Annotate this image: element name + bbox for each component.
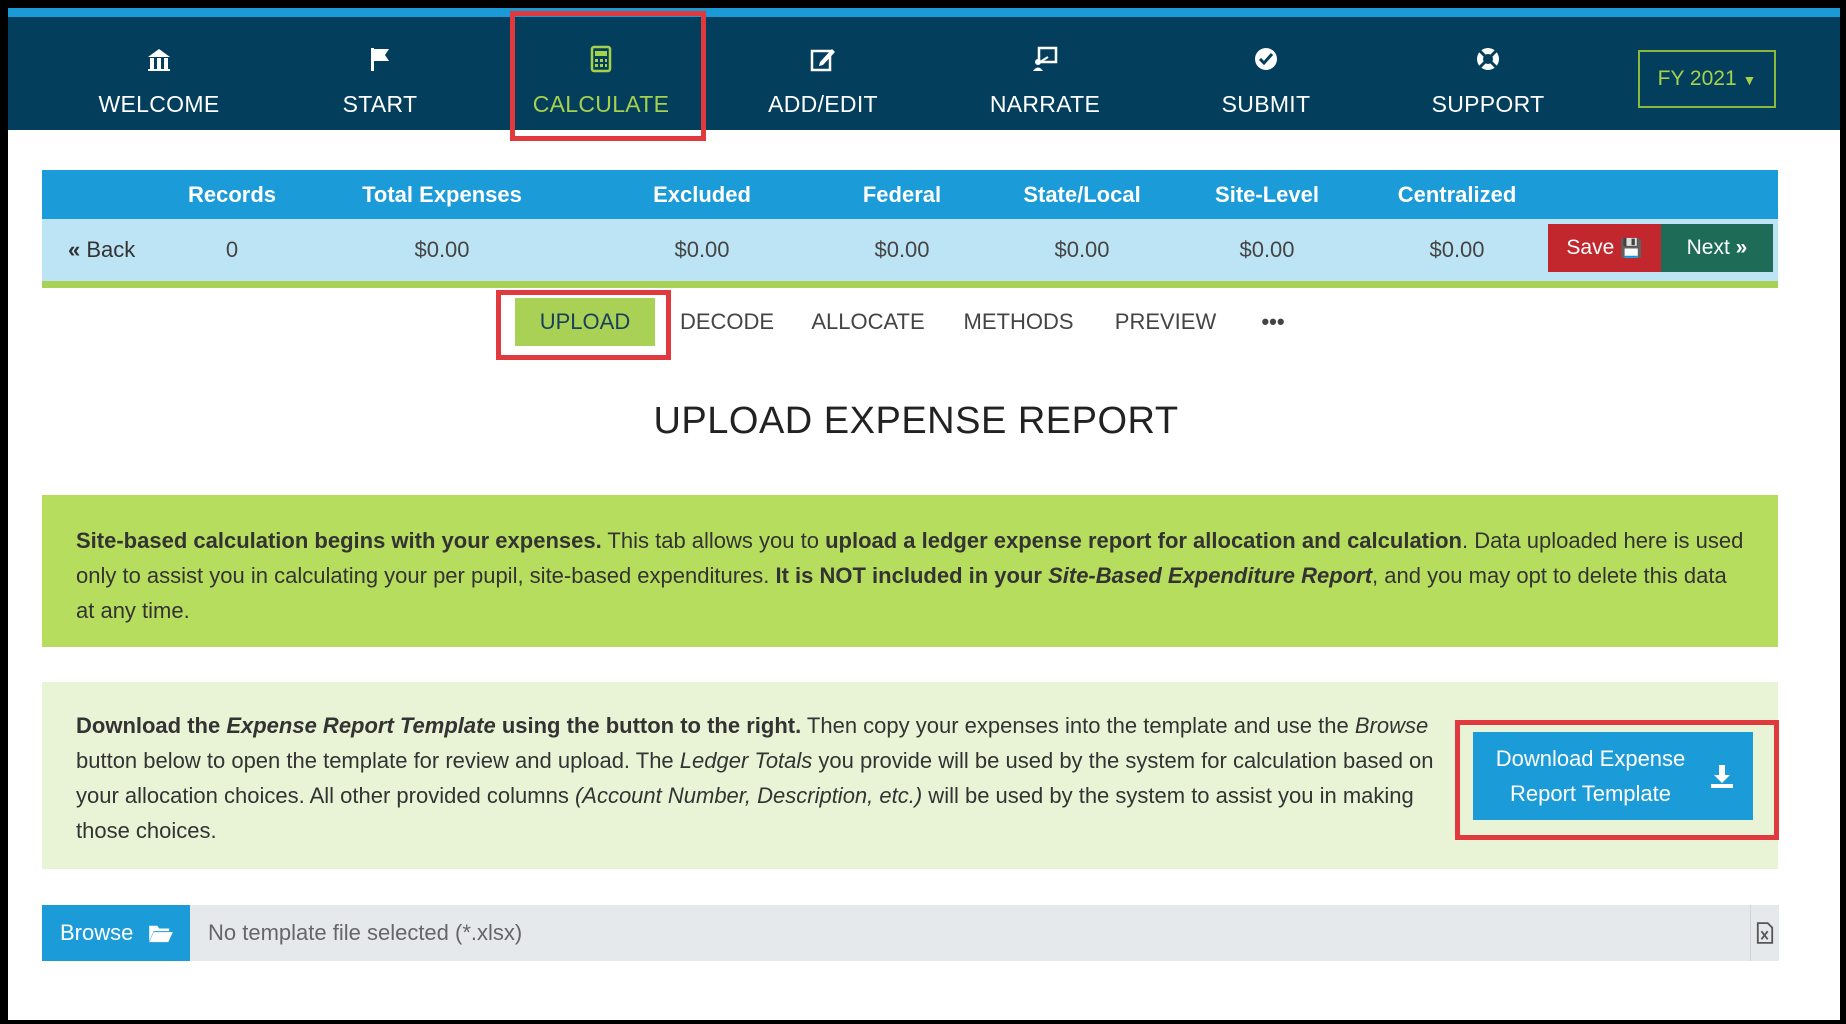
highlight-upload [496,290,671,360]
download-bold-1: Download the [76,713,227,738]
highlight-calculate [510,11,706,141]
browse-button[interactable]: Browse [42,905,190,961]
page-title: UPLOAD EXPENSE REPORT [653,400,1179,442]
subtab-preview[interactable]: PREVIEW [1108,298,1223,346]
next-label: Next [1686,236,1730,259]
subtab-decode[interactable]: DECODE [672,298,782,346]
intro-text: Site-based calculation begins with your … [76,523,1746,628]
nav-label: SUPPORT [1431,91,1545,117]
highlight-download-button [1455,720,1779,840]
download-bold-2: using the button to the right. [495,713,802,738]
summary-value: $0.00 [1054,237,1110,262]
subtab-more-ellipsis[interactable]: ••• [1248,298,1298,346]
floppy-disk-icon: 💾 [1620,238,1643,258]
double-chevron-left-icon: « [68,237,81,262]
back-link[interactable]: « Back [68,219,135,281]
download-text-2: button below to open the template for re… [76,748,680,773]
summary-bottom-border [42,281,1778,288]
nav-support[interactable]: SUPPORT [1378,17,1598,130]
bank-icon [148,49,170,71]
subtab-allocate[interactable]: ALLOCATE [808,298,928,346]
download-text: Download the Expense Report Template usi… [76,708,1471,848]
file-placeholder: No template file selected (*.xlsx) [208,920,523,945]
summary-value: $0.00 [1239,237,1295,262]
main-nav: WELCOME START CALCULATE ADD/EDIT NARRATE… [8,17,1840,130]
fiscal-year-label: FY 2021 [1657,67,1737,90]
folder-open-icon [149,925,173,943]
summary-col-header: Federal [862,182,942,207]
intro-bold-2: upload a ledger expense report for alloc… [825,528,1462,553]
double-chevron-right-icon: » [1735,236,1748,259]
summary-col-header: Excluded [653,182,751,207]
intro-bold-italic-3: Site-Based Expenditure Report [1048,563,1373,588]
nav-label: WELCOME [98,91,220,117]
nav-label: SUBMIT [1221,91,1311,117]
summary-header: Records Total Expenses Excluded Federal … [42,170,1778,219]
nav-welcome[interactable]: WELCOME [49,17,269,130]
fiscal-year-dropdown[interactable]: FY 2021 ▼ [1638,50,1776,108]
intro-panel: Site-based calculation begins with your … [42,495,1778,647]
caret-down-icon: ▼ [1742,72,1757,88]
summary-col-header: Records [187,182,277,207]
intro-text-1: This tab allows you to [601,528,826,553]
nav-label: START [342,91,418,117]
nav-label: NARRATE [989,91,1101,117]
intro-bold-1: Site-based calculation begins with your … [76,528,602,553]
screenshot-frame: WELCOME START CALCULATE ADD/EDIT NARRATE… [0,0,1846,1024]
intro-bold-3: It is NOT included in your [775,563,1049,588]
summary-col-header: Site-Level [1215,182,1319,207]
download-text-1: Then copy your expenses into the templat… [801,713,1355,738]
nav-label: ADD/EDIT [768,91,878,117]
nav-start[interactable]: START [270,17,490,130]
nav-narrate[interactable]: NARRATE [935,17,1155,130]
file-excel-icon [1750,905,1779,961]
summary-col-header: State/Local [1023,182,1141,207]
nav-add-edit[interactable]: ADD/EDIT [713,17,933,130]
lifebuoy-icon [1477,48,1499,70]
download-bold-italic-1: Expense Report Template [226,713,496,738]
browse-label: Browse [60,920,134,945]
download-italic-1: Browse [1354,713,1429,738]
summary-value: $0.00 [1429,237,1485,262]
app-window: WELCOME START CALCULATE ADD/EDIT NARRATE… [8,8,1840,1020]
save-button[interactable]: Save 💾 [1548,224,1661,272]
summary-value: $0.00 [414,237,470,262]
download-italic-2: Ledger Totals [679,748,813,773]
edit-icon [810,49,835,72]
save-label: Save [1566,236,1615,259]
file-path-field[interactable]: No template file selected (*.xlsx) [190,905,1750,961]
top-accent-strip [8,8,1840,17]
next-button[interactable]: Next » [1661,224,1773,272]
summary-value: 0 [225,237,239,262]
summary-value: $0.00 [874,237,930,262]
summary-col-header: Centralized [1397,182,1517,207]
summary-values-row: « Back 0 $0.00 $0.00 $0.00 $0.00 $0.00 $… [42,219,1778,281]
back-label: Back [86,237,136,262]
presenter-icon [1033,46,1058,71]
subtab-methods[interactable]: METHODS [956,298,1081,346]
check-circle-icon [1255,48,1277,70]
flag-icon [371,48,389,71]
nav-submit[interactable]: SUBMIT [1156,17,1376,130]
download-italic-3: (Account Number, Description, etc.) [574,783,923,808]
summary-col-header: Total Expenses [362,182,522,207]
summary-value: $0.00 [674,237,730,262]
